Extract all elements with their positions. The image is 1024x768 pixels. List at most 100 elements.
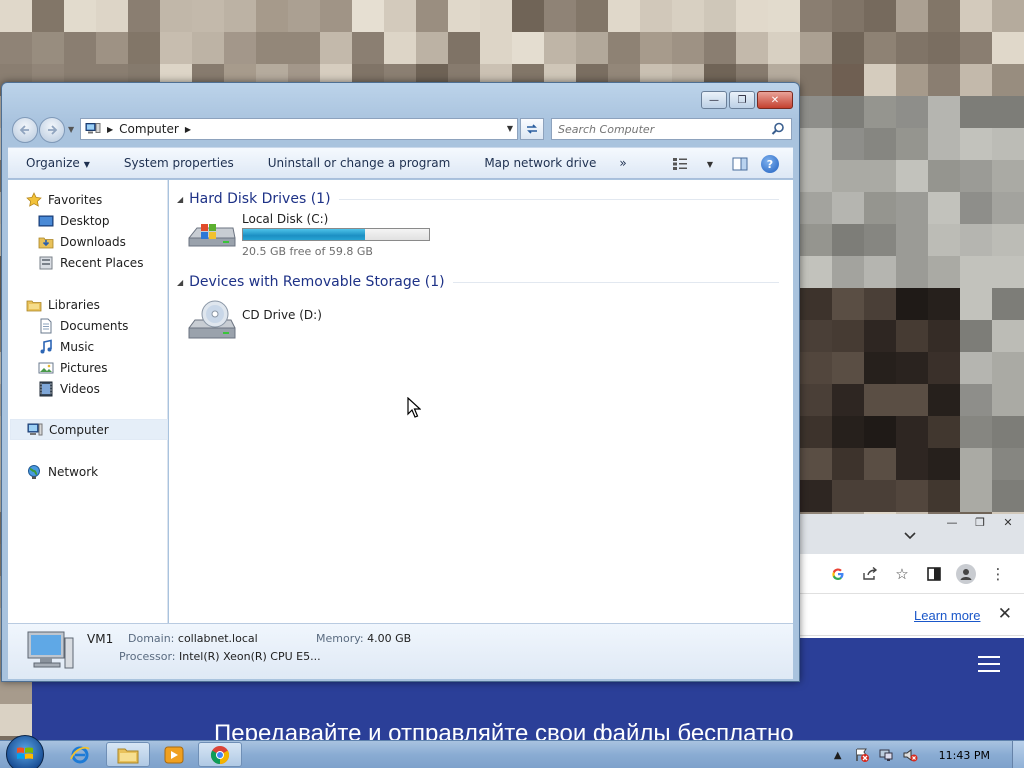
- organize-button[interactable]: Organize ▼: [8, 156, 105, 170]
- taskbar-windows-explorer[interactable]: [106, 742, 150, 767]
- wallpaper-tile: [832, 160, 864, 192]
- refresh-button[interactable]: [520, 118, 544, 140]
- collapse-triangle-icon[interactable]: ◢: [177, 195, 183, 204]
- wallpaper-tile: [960, 128, 992, 160]
- wallpaper-tile: [896, 352, 928, 384]
- breadcrumb-separator-icon[interactable]: ▶: [185, 125, 191, 134]
- wallpaper-tile: [800, 480, 832, 512]
- chrome-minimize-button[interactable]: —: [940, 516, 964, 532]
- maximize-button[interactable]: ❐: [729, 91, 755, 109]
- taskbar-chrome[interactable]: [198, 742, 242, 767]
- volume-icon[interactable]: [901, 746, 919, 764]
- chrome-close-button[interactable]: ✕: [996, 516, 1020, 532]
- chrome-menu-icon[interactable]: ⋮: [988, 564, 1008, 584]
- wallpaper-tile: [512, 32, 544, 64]
- drive-local-disk-c[interactable]: Local Disk (C:) 20.5 GB free of 59.8 GB: [187, 212, 430, 258]
- hamburger-menu-icon[interactable]: [978, 656, 1000, 677]
- action-center-icon[interactable]: [853, 746, 871, 764]
- wallpaper-tile: [960, 224, 992, 256]
- star-icon: [26, 191, 42, 207]
- map-network-drive-button[interactable]: Map network drive: [465, 156, 611, 170]
- system-properties-button[interactable]: System properties: [105, 156, 249, 170]
- search-icon[interactable]: [771, 122, 785, 136]
- drive-cd-d[interactable]: CD Drive (D:): [187, 298, 322, 344]
- more-commands-button[interactable]: »: [611, 156, 641, 170]
- processor-label: Processor:: [119, 650, 176, 663]
- address-bar[interactable]: ▶ Computer ▶ ▼: [80, 118, 518, 140]
- start-button[interactable]: [6, 735, 44, 768]
- wallpaper-tile: [672, 0, 704, 32]
- help-icon[interactable]: ?: [761, 155, 779, 173]
- wallpaper-tile: [800, 416, 832, 448]
- profile-avatar-icon[interactable]: [956, 564, 976, 584]
- network-icon[interactable]: [877, 746, 895, 764]
- wallpaper-tile: [128, 32, 160, 64]
- back-button[interactable]: [12, 117, 38, 143]
- taskbar-media-player[interactable]: [152, 742, 196, 767]
- wallpaper-tile: [288, 0, 320, 32]
- wallpaper-tile: [800, 160, 832, 192]
- wallpaper-tile: [512, 0, 544, 32]
- nav-libraries[interactable]: Libraries: [26, 294, 184, 315]
- taskbar-internet-explorer[interactable]: [58, 742, 102, 767]
- recent-pages-dropdown[interactable]: ▼: [68, 125, 74, 134]
- wallpaper-tile: [832, 32, 864, 64]
- wallpaper-tile: [928, 288, 960, 320]
- wallpaper-tile: [480, 32, 512, 64]
- wallpaper-tile: [800, 256, 832, 288]
- drive-name: Local Disk (C:): [242, 212, 329, 226]
- wallpaper-tile: [928, 0, 960, 32]
- side-panel-icon[interactable]: [924, 564, 944, 584]
- change-view-icon[interactable]: [671, 155, 689, 173]
- wallpaper-tile: [608, 0, 640, 32]
- preview-pane-icon[interactable]: [731, 155, 749, 173]
- wallpaper-tile: [800, 224, 832, 256]
- wallpaper-tile: [896, 448, 928, 480]
- nav-favorites[interactable]: Favorites: [26, 189, 184, 210]
- search-input[interactable]: [552, 119, 762, 139]
- wallpaper-tile: [864, 480, 896, 512]
- uninstall-program-button[interactable]: Uninstall or change a program: [249, 156, 466, 170]
- minimize-button[interactable]: —: [701, 91, 727, 109]
- breadcrumb-separator-icon[interactable]: ▶: [107, 125, 113, 134]
- wallpaper-tile: [928, 384, 960, 416]
- chrome-restore-button[interactable]: ❐: [968, 516, 992, 532]
- nav-network[interactable]: Network: [26, 461, 184, 482]
- wallpaper-tile: [896, 128, 928, 160]
- address-dropdown-icon[interactable]: ▼: [507, 124, 513, 133]
- close-button[interactable]: ✕: [757, 91, 793, 109]
- chevron-down-icon[interactable]: [904, 529, 916, 543]
- collapse-triangle-icon[interactable]: ◢: [177, 278, 183, 287]
- wallpaper-tile: [864, 160, 896, 192]
- wallpaper-tile: [576, 32, 608, 64]
- search-box[interactable]: [551, 118, 792, 140]
- learn-more-link[interactable]: Learn more: [914, 608, 980, 623]
- wallpaper-tile: [544, 32, 576, 64]
- taskbar-clock[interactable]: 11:43 PM: [939, 749, 990, 762]
- google-icon[interactable]: [828, 564, 848, 584]
- show-desktop-button[interactable]: [1012, 741, 1024, 768]
- wallpaper-tile: [992, 416, 1024, 448]
- wallpaper-tile: [288, 32, 320, 64]
- group-header-label: Hard Disk Drives (1): [189, 191, 331, 207]
- wallpaper-tile: [864, 448, 896, 480]
- breadcrumb-computer[interactable]: Computer: [119, 122, 179, 136]
- group-header-hard-disk-drives[interactable]: ◢ Hard Disk Drives (1): [169, 189, 787, 209]
- wallpaper-tile: [928, 416, 960, 448]
- share-icon[interactable]: [860, 564, 880, 584]
- disk-usage-fill: [243, 229, 366, 240]
- nav-computer[interactable]: Computer: [10, 419, 168, 440]
- chrome-tabstrip: — ❐ ✕: [800, 514, 1024, 554]
- wallpaper-tile: [800, 0, 832, 32]
- view-options-dropdown-icon[interactable]: ▼: [701, 155, 719, 173]
- recent-places-icon: [39, 256, 53, 269]
- wallpaper-tile: [32, 0, 64, 32]
- group-divider: [452, 281, 779, 283]
- forward-button[interactable]: [39, 117, 65, 143]
- group-header-removable-storage[interactable]: ◢ Devices with Removable Storage (1): [169, 272, 787, 292]
- computer-icon: [27, 631, 74, 669]
- bookmark-star-icon[interactable]: ☆: [892, 564, 912, 584]
- show-hidden-icons-button[interactable]: ▲: [829, 746, 847, 764]
- chrome-infobar: Learn more ✕: [800, 594, 1024, 636]
- infobar-close-icon[interactable]: ✕: [998, 604, 1012, 624]
